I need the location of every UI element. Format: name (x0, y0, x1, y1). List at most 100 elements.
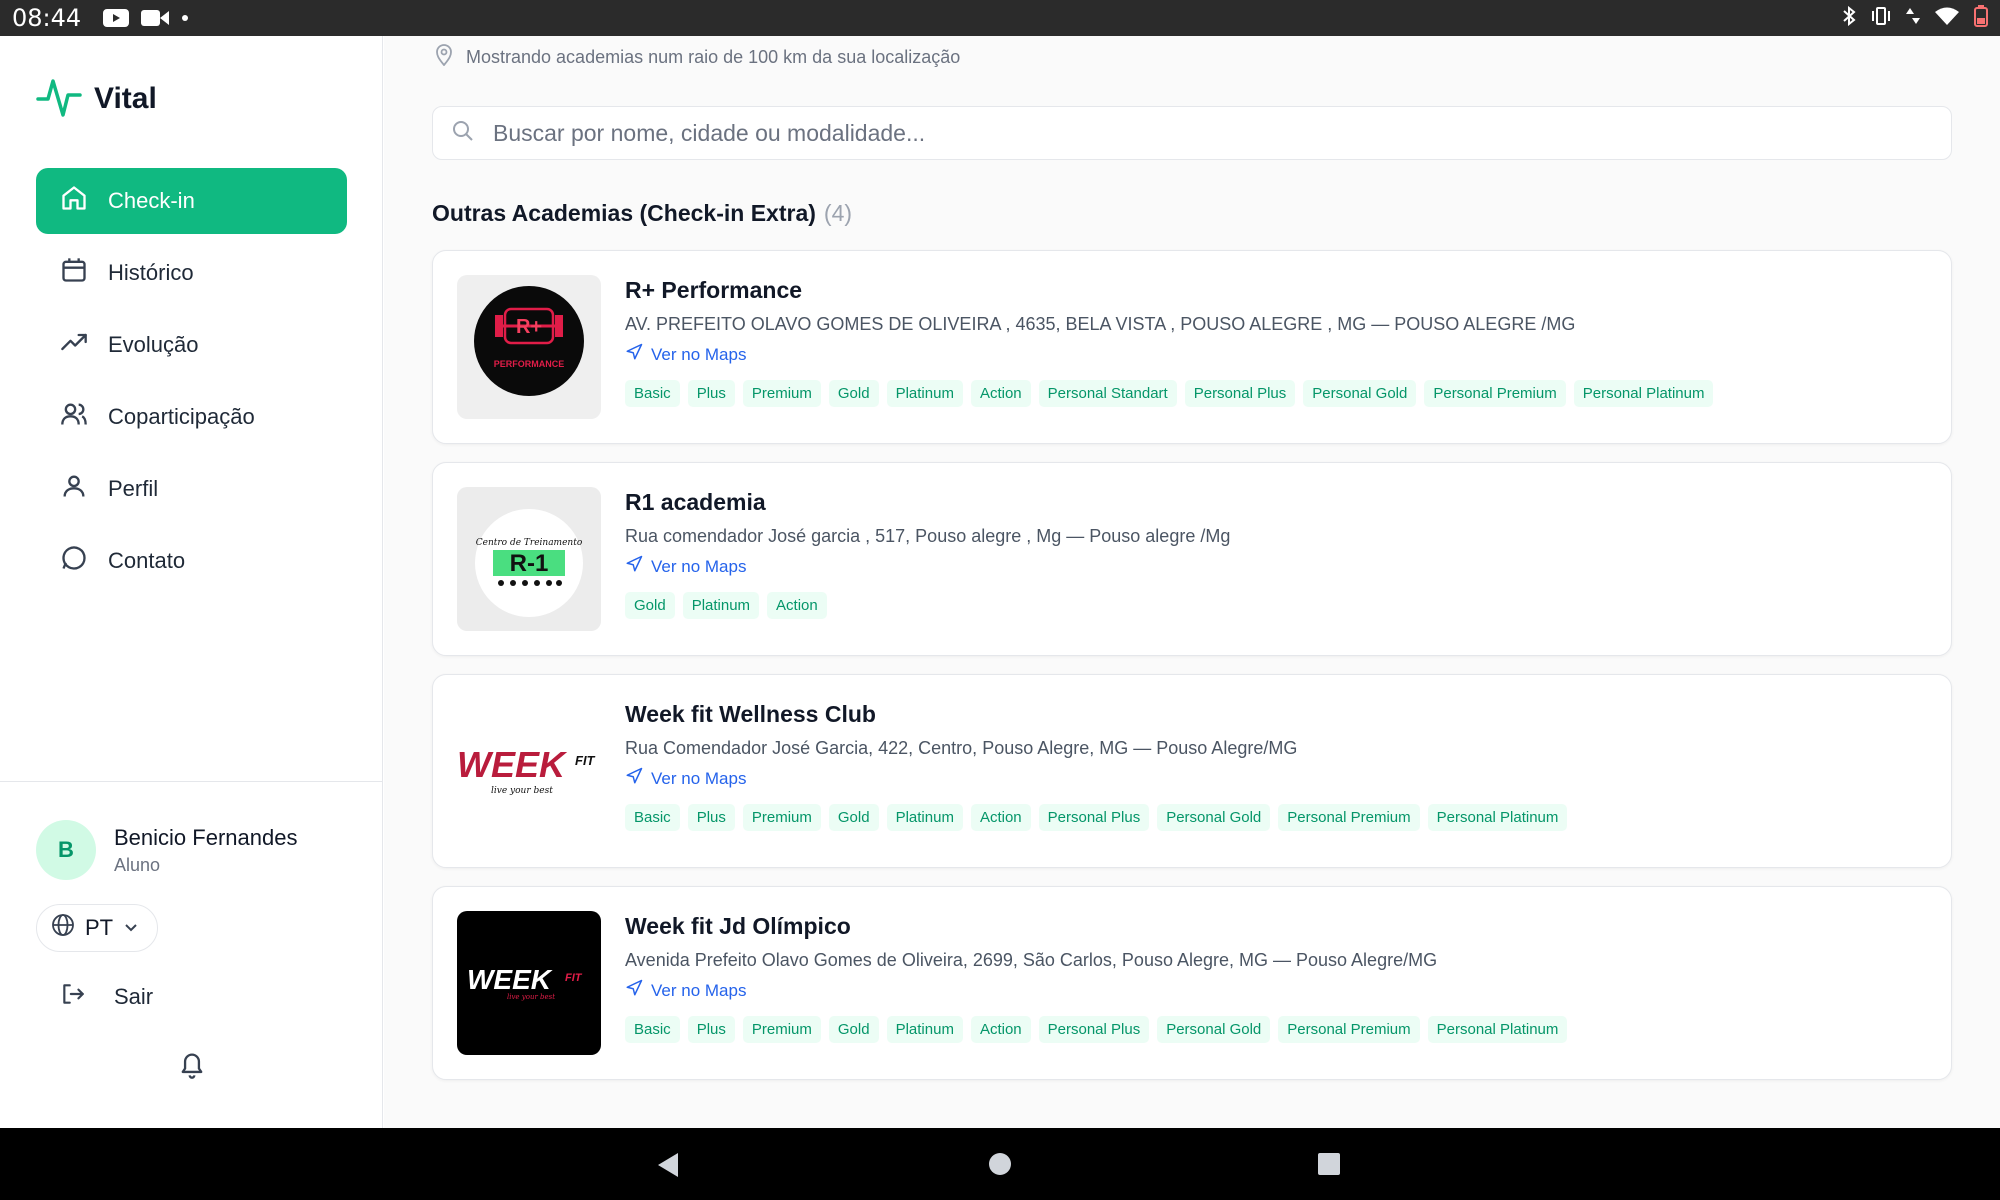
trending-up-icon (60, 328, 88, 362)
gym-card[interactable]: WEEK FIT live your best Week fit Jd Olím… (432, 886, 1952, 1080)
plan-tag: Personal Premium (1278, 1016, 1420, 1043)
status-bar: 08:44 (0, 0, 2000, 36)
plan-tag: Platinum (886, 380, 963, 407)
view-on-maps-label: Ver no Maps (651, 768, 747, 788)
sidebar-item-checkin[interactable]: Check-in (36, 168, 347, 234)
sidebar-item-label: Evolução (108, 332, 199, 357)
svg-text:FIT: FIT (575, 753, 596, 768)
gym-address: Rua Comendador José Garcia, 422, Centro,… (625, 738, 1298, 758)
sidebar-item-contato[interactable]: Contato (36, 528, 347, 594)
gym-logo: Centro de Treinamento R-1 (457, 487, 601, 631)
search-input[interactable] (493, 119, 1893, 147)
sidebar-item-historico[interactable]: Histórico (36, 240, 347, 306)
svg-text:WEEK: WEEK (457, 744, 568, 785)
sidebar-item-perfil[interactable]: Perfil (36, 456, 347, 522)
gym-name: Week fit Wellness Club (625, 701, 876, 727)
brand-name: Vital (94, 81, 157, 115)
battery-low-icon (1974, 4, 1988, 32)
brand[interactable]: Vital (36, 73, 157, 124)
plan-tag: Premium (742, 380, 821, 407)
users-icon (60, 400, 88, 434)
home-circle-icon[interactable] (988, 1152, 1012, 1181)
pulse-logo-icon (36, 73, 82, 124)
plan-tag: Plus (687, 1016, 735, 1043)
view-on-maps-link[interactable]: Ver no Maps (625, 979, 1925, 1002)
vibrate-icon (1870, 6, 1892, 31)
notification-dot-icon (181, 14, 189, 22)
wifi-icon (1934, 6, 1960, 31)
plan-tag: Plus (687, 804, 735, 831)
map-pin-icon (434, 44, 454, 71)
view-on-maps-link[interactable]: Ver no Maps (625, 555, 1925, 578)
plan-tag: Premium (742, 804, 821, 831)
gym-card[interactable]: Centro de Treinamento R-1 R1 academia Ru… (432, 462, 1952, 656)
gym-name: R+ Performance (625, 277, 803, 303)
svg-text:live your best: live your best (491, 786, 553, 796)
notifications-button[interactable] (178, 1050, 206, 1085)
navigation-arrow-icon (625, 979, 643, 1002)
globe-icon (51, 913, 75, 943)
plan-tag: Personal Gold (1157, 1016, 1271, 1043)
plan-tags: Basic Plus Premium Gold Platinum Action Person… (625, 380, 1925, 407)
navigation-arrow-icon (625, 555, 643, 578)
user-name: Benicio Fernandes (114, 824, 298, 850)
sidebar-item-evolucao[interactable]: Evolução (36, 312, 347, 378)
bell-icon (178, 1053, 206, 1084)
plan-tag: Personal Plus (1038, 1016, 1150, 1043)
sidebar-item-label: Histórico (108, 260, 194, 285)
view-on-maps-link[interactable]: Ver no Maps (625, 343, 1925, 366)
sidebar-item-label: Check-in (108, 188, 195, 213)
plan-tag: Action (970, 1016, 1031, 1043)
status-time: 08:44 (12, 4, 82, 32)
location-note-text: Mostrando academias num raio de 100 km d… (466, 47, 961, 67)
logout-button[interactable]: Sair (60, 981, 153, 1013)
plan-tag: Personal Platinum (1573, 380, 1714, 407)
recents-icon[interactable] (1317, 1152, 1341, 1181)
svg-text:WEEK: WEEK (467, 964, 553, 995)
plan-tag: Personal Plus (1038, 804, 1150, 831)
calendar-icon (60, 256, 88, 290)
section-title-text: Outras Academias (Check-in Extra) (432, 200, 816, 226)
view-on-maps-link[interactable]: Ver no Maps (625, 767, 1925, 790)
sidebar-item-coparticipacao[interactable]: Coparticipação (36, 384, 347, 450)
plan-tag: Personal Gold (1303, 380, 1417, 407)
svg-text:PERFORMANCE: PERFORMANCE (494, 359, 565, 369)
gym-card[interactable]: R+ PERFORMANCE R+ Performance AV. PREFEI… (432, 250, 1952, 444)
view-on-maps-label: Ver no Maps (651, 344, 747, 364)
plan-tags: Basic Plus Premium Gold Platinum Action Person… (625, 1016, 1925, 1043)
search-icon (451, 119, 475, 148)
gym-address: AV. PREFEITO OLAVO GOMES DE OLIVEIRA , 4… (625, 314, 1576, 334)
user-icon (60, 472, 88, 506)
plan-tag: Personal Gold (1157, 804, 1271, 831)
svg-text:R-1: R-1 (510, 550, 549, 577)
plan-tag: Personal Platinum (1427, 1016, 1568, 1043)
plan-tag: Platinum (682, 592, 760, 619)
plan-tag: Basic (625, 380, 680, 407)
logout-label: Sair (114, 984, 154, 1009)
data-transfer-icon (1906, 6, 1920, 31)
plan-tag: Personal Platinum (1427, 804, 1568, 831)
plan-tag: Basic (625, 804, 680, 831)
language-value: PT (85, 915, 114, 940)
home-icon (60, 184, 88, 218)
view-on-maps-label: Ver no Maps (651, 556, 747, 576)
user-profile[interactable]: B Benicio Fernandes Aluno (36, 820, 297, 880)
plan-tag: Personal Premium (1424, 380, 1566, 407)
gym-name: R1 academia (625, 489, 766, 515)
bluetooth-icon (1842, 5, 1856, 31)
view-on-maps-label: Ver no Maps (651, 980, 747, 1000)
search-bar[interactable] (432, 106, 1952, 160)
sidebar-nav: Check-in Histórico Evolução Coparticipaç… (36, 168, 347, 600)
language-selector[interactable]: PT (36, 904, 158, 952)
svg-text:Centro de Treinamento: Centro de Treinamento (476, 538, 583, 548)
back-icon[interactable] (656, 1152, 680, 1183)
plan-tag: Gold (828, 804, 879, 831)
plan-tag: Personal Standart (1038, 380, 1177, 407)
plan-tag: Gold (625, 592, 675, 619)
gym-card[interactable]: WEEK FIT live your best Week fit Wellnes… (432, 674, 1952, 868)
svg-text:FIT: FIT (565, 972, 583, 984)
plan-tag: Premium (742, 1016, 821, 1043)
plan-tag: Gold (828, 380, 879, 407)
plan-tag: Basic (625, 1016, 680, 1043)
svg-text:R+: R+ (516, 316, 542, 338)
